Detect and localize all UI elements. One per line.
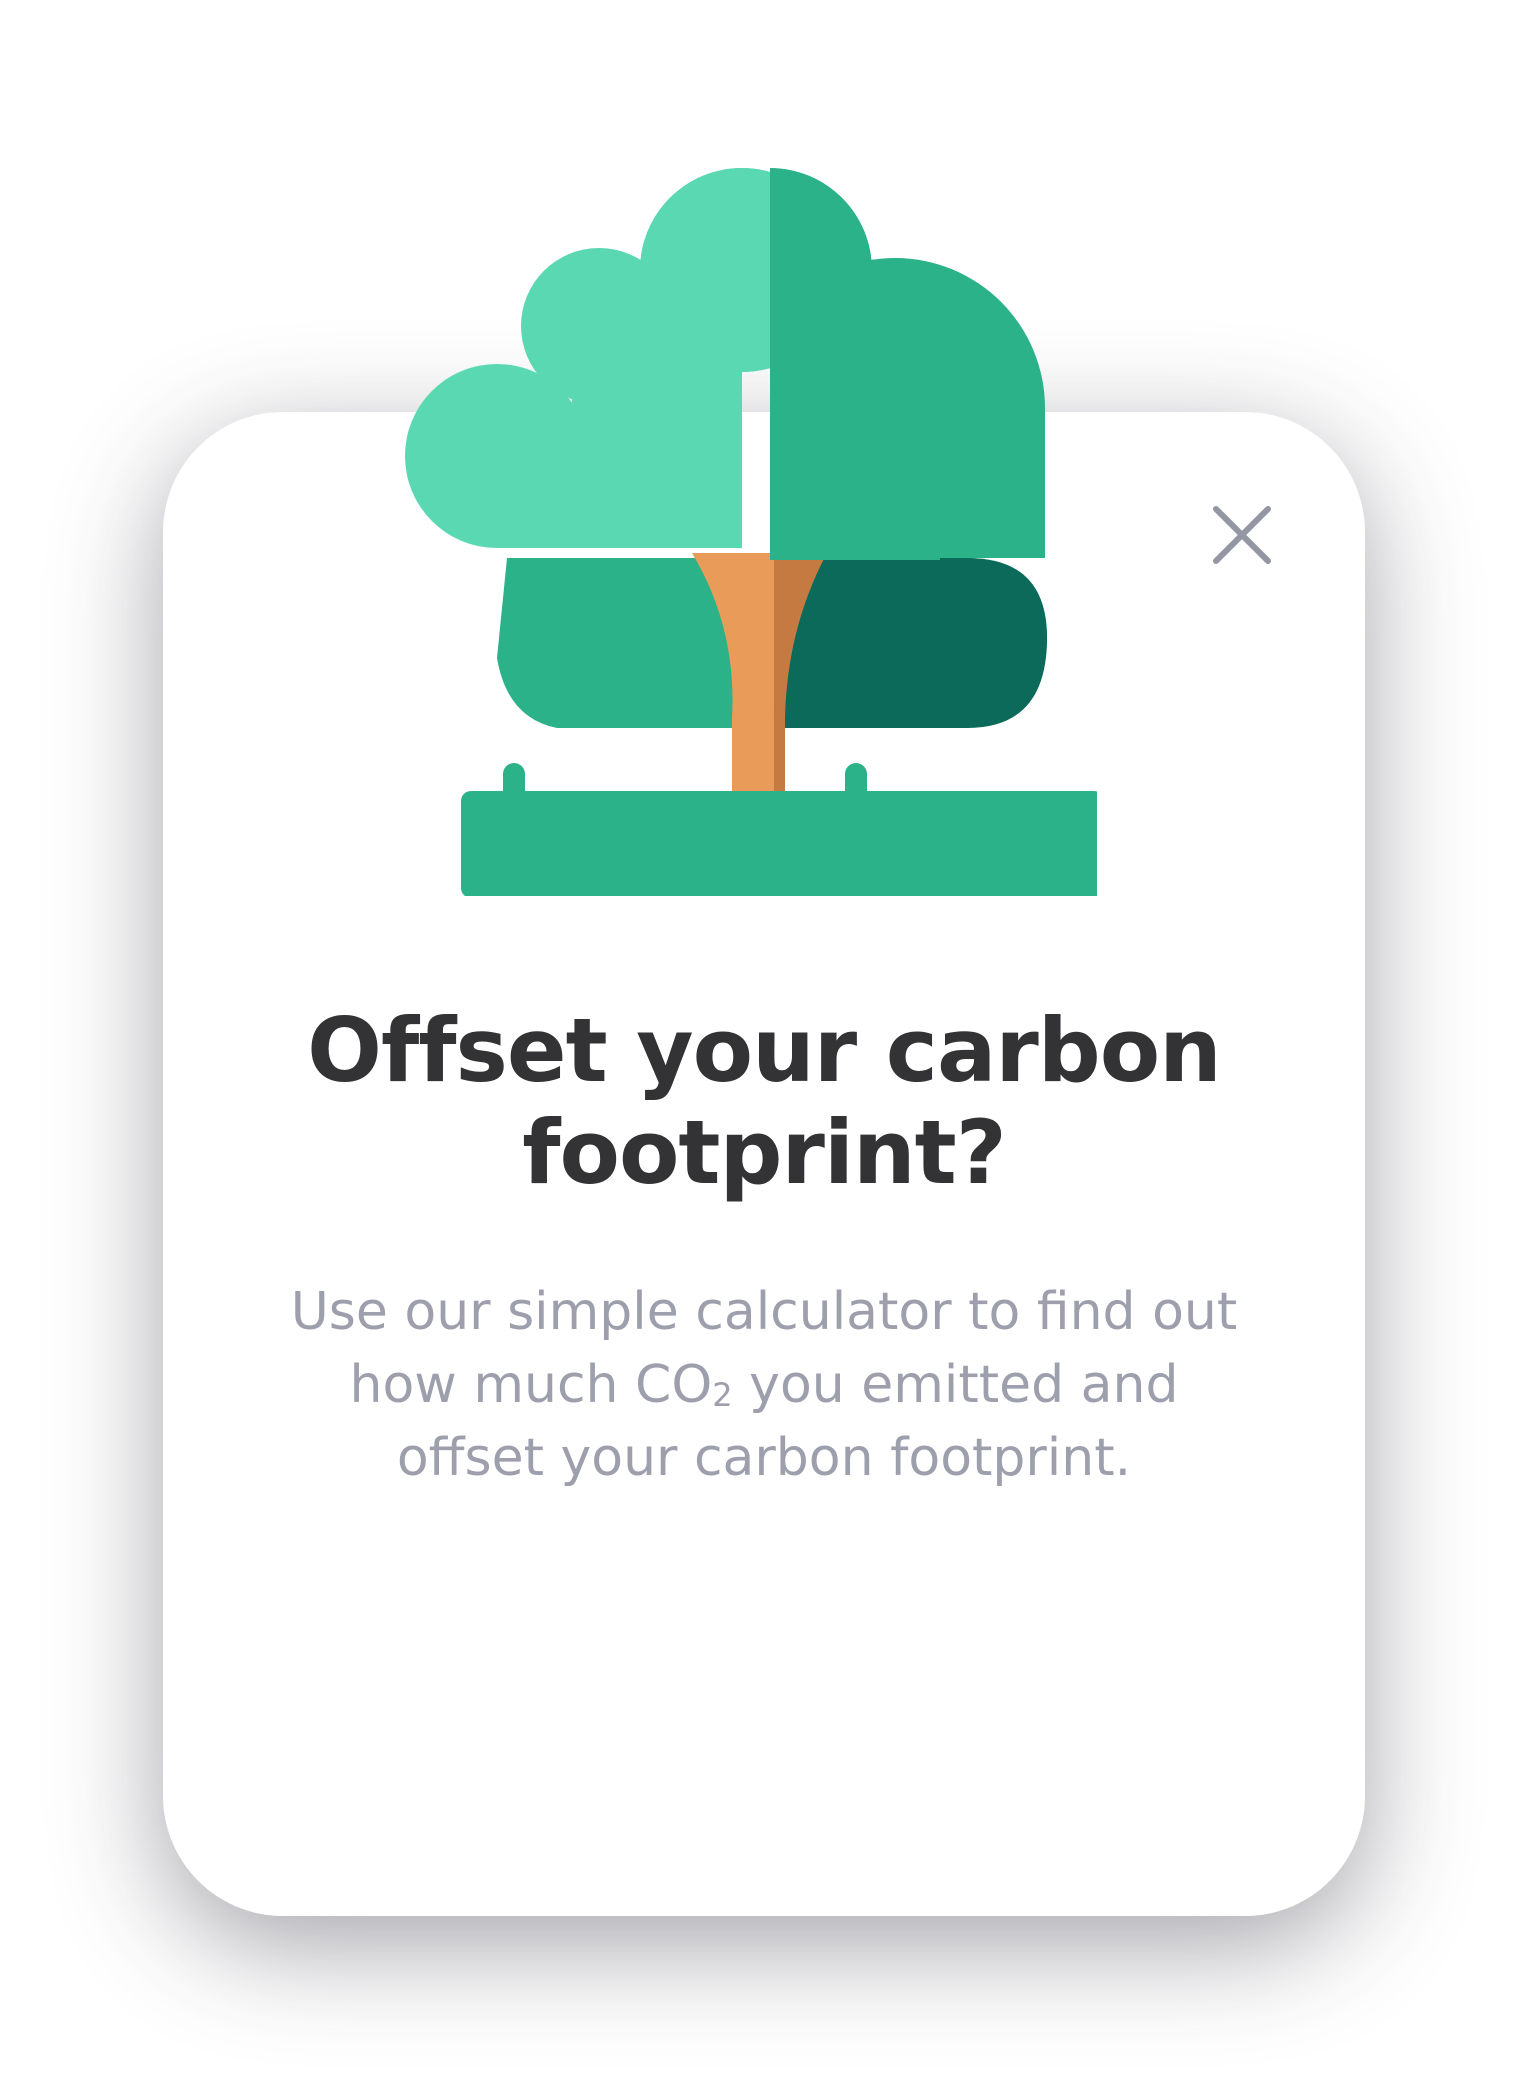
modal-description: Use our simple calculator to find out ho… [263, 1276, 1265, 1495]
modal-title: Offset your carbon footprint? [307, 999, 1222, 1204]
description-line-2a: how much CO [349, 1355, 713, 1415]
close-icon [1213, 506, 1271, 564]
close-button[interactable] [1212, 505, 1272, 565]
co2-subscript: 2 [712, 1376, 733, 1414]
description-line-2b: you emitted and [732, 1355, 1179, 1415]
screen: Offset your carbon footprint? Use our si… [0, 0, 1520, 2076]
description-line-3: offset your carbon footprint. [396, 1428, 1132, 1488]
tree-ground [461, 791, 1097, 896]
description-line-1: Use our simple calculator to find out [290, 1282, 1238, 1342]
tree-illustration [405, 168, 1097, 896]
